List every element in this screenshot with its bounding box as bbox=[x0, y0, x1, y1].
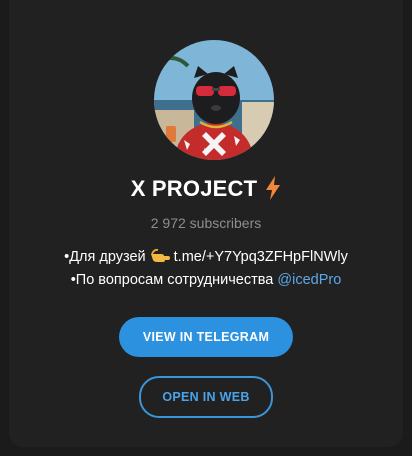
channel-title: X PROJECT bbox=[130, 176, 258, 201]
pointing-hand-icon bbox=[150, 248, 170, 268]
lightning-bolt-icon bbox=[265, 176, 281, 206]
channel-avatar[interactable] bbox=[154, 40, 274, 160]
contact-mention-link[interactable]: @icedPro bbox=[277, 272, 341, 288]
channel-card: X PROJECT 2 972 subscribers •Для друзей t… bbox=[9, 0, 403, 447]
panther-avatar-image bbox=[154, 40, 274, 160]
description-line-1: •Для друзей t.me/+Y7Ypq3ZFHpFlNWly bbox=[9, 248, 403, 268]
open-in-web-button[interactable]: OPEN IN WEB bbox=[139, 376, 273, 418]
description-line-2-text: •По вопросам сотрудничества bbox=[70, 272, 274, 288]
subscriber-count: 2 972 subscribers bbox=[150, 215, 262, 231]
invite-link[interactable]: t.me/+Y7Ypq3ZFHpFlNWly bbox=[174, 249, 348, 265]
view-in-telegram-button[interactable]: VIEW IN TELEGRAM bbox=[119, 317, 293, 357]
description-line-2: •По вопросам сотрудничества @icedPro bbox=[9, 272, 403, 288]
description-line-1-text: •Для друзей bbox=[64, 249, 146, 265]
channel-title-row: X PROJECT bbox=[9, 176, 403, 206]
